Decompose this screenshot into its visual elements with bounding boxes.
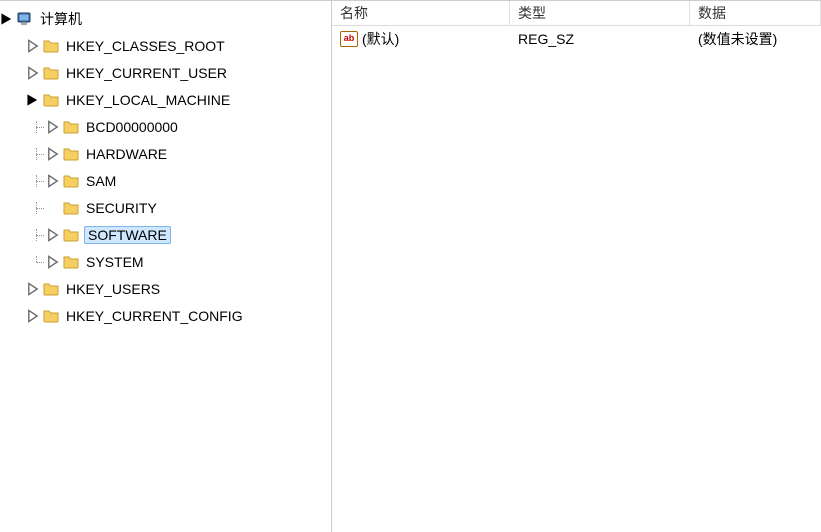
- tree-node-hardware[interactable]: HARDWARE: [0, 140, 331, 167]
- tree-node-label: HKEY_USERS: [64, 280, 164, 297]
- collapse-icon[interactable]: [26, 93, 40, 107]
- folder-icon: [42, 307, 60, 325]
- folder-icon: [62, 145, 80, 163]
- tree-node-hkcr[interactable]: HKEY_CLASSES_ROOT: [0, 32, 331, 59]
- folder-icon: [62, 226, 80, 244]
- expand-icon[interactable]: [26, 66, 40, 80]
- folder-icon: [42, 91, 60, 109]
- tree-node-hkcc[interactable]: HKEY_CURRENT_CONFIG: [0, 302, 331, 329]
- tree-node-label: HKEY_CURRENT_USER: [64, 64, 231, 81]
- folder-icon: [62, 172, 80, 190]
- expand-icon[interactable]: [46, 147, 60, 161]
- tree-node-hklm[interactable]: HKEY_LOCAL_MACHINE: [0, 86, 331, 113]
- expand-collapse-icon[interactable]: [0, 12, 14, 26]
- value-data: (数值未设置): [690, 29, 821, 49]
- tree-node-label: HARDWARE: [84, 145, 171, 162]
- tree-pane[interactable]: 计算机 HKEY_CLASSES_ROOT HKEY_CURRENT_USER …: [0, 1, 332, 532]
- tree-node-label: BCD00000000: [84, 118, 182, 135]
- tree-node-software[interactable]: SOFTWARE: [0, 221, 331, 248]
- registry-editor: 计算机 HKEY_CLASSES_ROOT HKEY_CURRENT_USER …: [0, 0, 821, 532]
- expand-icon[interactable]: [46, 228, 60, 242]
- column-header-type[interactable]: 类型: [510, 1, 690, 25]
- tree-node-hkcu[interactable]: HKEY_CURRENT_USER: [0, 59, 331, 86]
- tree-node-label: HKEY_CURRENT_CONFIG: [64, 307, 247, 324]
- expand-icon[interactable]: [46, 120, 60, 134]
- tree-node-system[interactable]: SYSTEM: [0, 248, 331, 275]
- string-value-icon: ab: [340, 31, 358, 47]
- column-header-data[interactable]: 数据: [690, 1, 821, 25]
- folder-icon: [62, 199, 80, 217]
- tree-node-hku[interactable]: HKEY_USERS: [0, 275, 331, 302]
- computer-icon: [16, 10, 34, 28]
- tree-node-label: SYSTEM: [84, 253, 148, 270]
- folder-icon: [42, 64, 60, 82]
- folder-icon: [42, 37, 60, 55]
- tree-node-label: SECURITY: [84, 199, 161, 216]
- expand-icon[interactable]: [46, 174, 60, 188]
- tree-node-label: HKEY_LOCAL_MACHINE: [64, 91, 234, 108]
- tree-node-label: SOFTWARE: [84, 226, 171, 244]
- tree-node-label: SAM: [84, 172, 120, 189]
- values-pane: 名称 类型 数据 ab (默认) REG_SZ (数值未设置): [332, 1, 821, 532]
- tree-node-label: HKEY_CLASSES_ROOT: [64, 37, 229, 54]
- list-body[interactable]: ab (默认) REG_SZ (数值未设置): [332, 26, 821, 532]
- expand-icon[interactable]: [26, 282, 40, 296]
- column-header-name[interactable]: 名称: [332, 1, 510, 25]
- folder-icon: [62, 253, 80, 271]
- value-type: REG_SZ: [510, 31, 690, 47]
- expand-icon[interactable]: [26, 39, 40, 53]
- tree-node-sam[interactable]: SAM: [0, 167, 331, 194]
- expand-icon[interactable]: [46, 255, 60, 269]
- folder-icon: [42, 280, 60, 298]
- tree-node-label: 计算机: [38, 8, 86, 29]
- expand-icon[interactable]: [26, 309, 40, 323]
- value-name: (默认): [362, 29, 399, 49]
- tree-node-bcd[interactable]: BCD00000000: [0, 113, 331, 140]
- tree-node-computer[interactable]: 计算机: [0, 5, 331, 32]
- tree-node-security[interactable]: SECURITY: [0, 194, 331, 221]
- folder-icon: [62, 118, 80, 136]
- list-row[interactable]: ab (默认) REG_SZ (数值未设置): [332, 26, 821, 52]
- list-header: 名称 类型 数据: [332, 1, 821, 26]
